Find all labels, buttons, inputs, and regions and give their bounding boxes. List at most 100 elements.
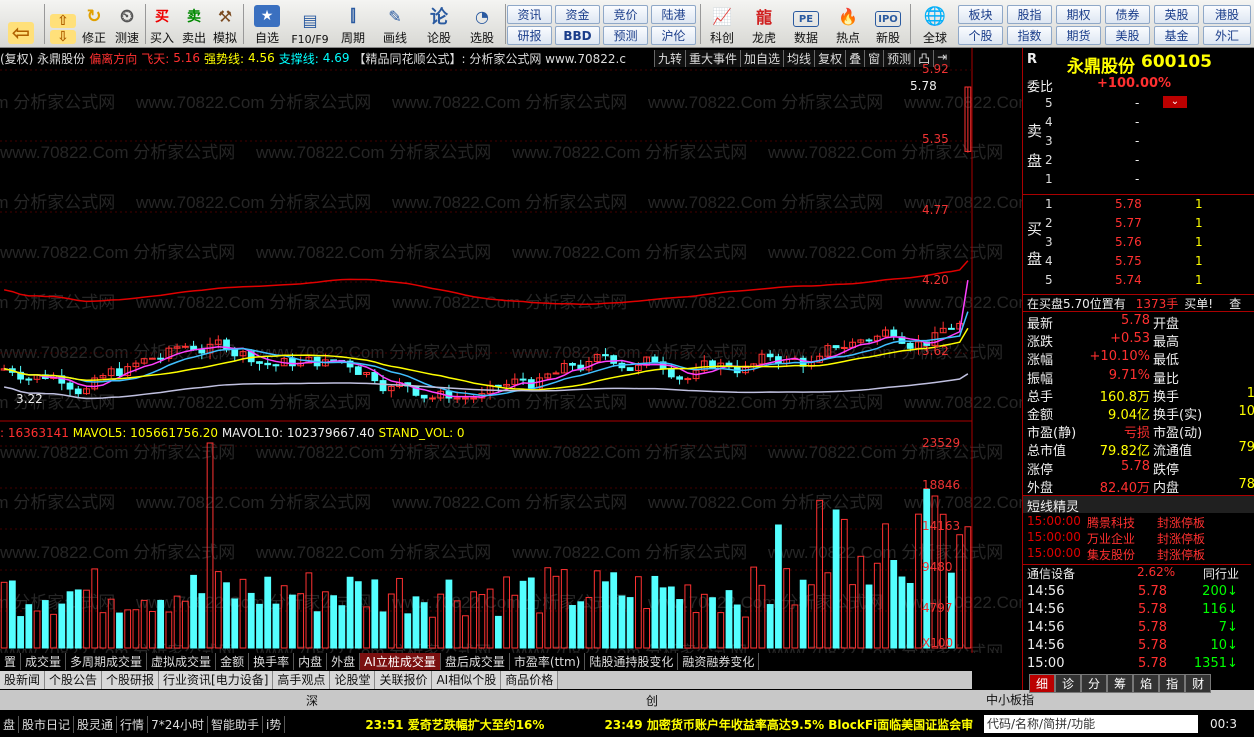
tab-announcements[interactable]: 个股公告 bbox=[45, 671, 103, 689]
add-watchlist-button[interactable]: 加自选 bbox=[740, 50, 784, 67]
fix-button[interactable]: ↻ 修正 bbox=[78, 2, 110, 46]
spirit-item[interactable]: 15:00:00 腾景科技 封涨停板 bbox=[1027, 514, 1254, 530]
data-button[interactable]: PE 数据 bbox=[788, 2, 824, 46]
same-industry-button[interactable]: 同行业 bbox=[1203, 565, 1239, 582]
fund-button[interactable]: 基金 bbox=[1154, 26, 1199, 45]
candle-body bbox=[74, 388, 82, 395]
hk-stock-button[interactable]: 港股 bbox=[1203, 5, 1251, 24]
forecast-button[interactable]: 预测 bbox=[603, 26, 648, 45]
major-events-button[interactable]: 重大事件 bbox=[685, 50, 741, 67]
spirit-item[interactable]: 15:00:00 万业企业 封涨停板 bbox=[1027, 530, 1254, 546]
smart-assistant-button[interactable]: 智能助手 bbox=[208, 715, 263, 733]
options-button[interactable]: 期权 bbox=[1056, 5, 1101, 24]
back-arrow-icon: ⇦ bbox=[8, 21, 34, 46]
nine-turn-button[interactable]: 九转 bbox=[654, 50, 686, 67]
tab-industry-news[interactable]: 行业资讯[电力设备] bbox=[159, 671, 274, 689]
news-item[interactable]: 23:51 爱奇艺跌幅扩大至约16% bbox=[365, 716, 544, 733]
research-button[interactable]: 研报 bbox=[507, 26, 552, 45]
tab-margin-trading[interactable]: 融资融券变化 bbox=[678, 653, 760, 670]
volume-bar bbox=[676, 599, 683, 649]
us-stock-button[interactable]: 美股 bbox=[1105, 26, 1150, 45]
sell-button[interactable]: 卖卖出 bbox=[180, 2, 208, 46]
search-input[interactable]: 代码/名称/简拼/功能 bbox=[984, 715, 1198, 733]
stock-tong-button[interactable]: 股灵通 bbox=[74, 715, 118, 733]
restore-rights-button[interactable]: 复权 bbox=[814, 50, 846, 67]
tab-multi-period-volume[interactable]: 多周期成交量 bbox=[66, 653, 148, 670]
up-button[interactable]: ⇧ ⇩ bbox=[50, 2, 76, 46]
watchlist-button[interactable]: ★ 自选 bbox=[248, 2, 286, 46]
tab-commodity[interactable]: 商品价格 bbox=[501, 671, 559, 689]
volume-bar bbox=[552, 575, 560, 649]
right-tab[interactable]: 分 bbox=[1081, 674, 1108, 693]
tab-virtual-volume[interactable]: 虚拟成交量 bbox=[147, 653, 217, 670]
draw-line-button[interactable]: ✎ 画线 bbox=[376, 2, 414, 46]
forecast-tool-button[interactable]: 预测 bbox=[883, 50, 915, 67]
tab-after-hours-volume[interactable]: 盘后成交量 bbox=[441, 653, 510, 670]
hotspot-button[interactable]: 🔥 热点 bbox=[830, 2, 866, 46]
individual-stock-button[interactable]: 个股 bbox=[958, 26, 1003, 45]
f10-button[interactable]: ▤ F10/F9 bbox=[288, 2, 332, 47]
stock-index-button[interactable]: 股指 bbox=[1007, 5, 1052, 24]
tab-expert-views[interactable]: 高手观点 bbox=[273, 671, 331, 689]
buy-button[interactable]: 买买入 bbox=[148, 2, 176, 46]
dragon-tiger-button[interactable]: 龍龙虎 bbox=[746, 2, 782, 46]
ipo-button[interactable]: IPO 新股 bbox=[870, 2, 906, 46]
tab-inner[interactable]: 内盘 bbox=[294, 653, 328, 670]
tab-related-quotes[interactable]: 关联报价 bbox=[375, 671, 433, 689]
window-button[interactable]: 窗 bbox=[864, 50, 884, 67]
tab-ai-similar[interactable]: AI相似个股 bbox=[432, 671, 502, 689]
overlay-button[interactable]: 叠 bbox=[845, 50, 865, 67]
tab-volume[interactable]: 成交量 bbox=[21, 653, 67, 670]
kline-chart-area[interactable]: www.70822.Com 分析家公式网 www.70822.Com 分析家公式网… bbox=[0, 48, 1022, 683]
right-tab[interactable]: 诊 bbox=[1055, 674, 1082, 693]
shanghai-london-button[interactable]: 沪伦 bbox=[651, 26, 696, 45]
quote-button[interactable]: 行情 bbox=[117, 715, 149, 733]
auction-button[interactable]: 竞价 bbox=[603, 5, 648, 24]
right-tab[interactable]: 焰 bbox=[1133, 674, 1160, 693]
right-tab[interactable]: 筹 bbox=[1107, 674, 1134, 693]
funds-button[interactable]: 资金 bbox=[555, 5, 600, 24]
tab-ai-volume[interactable]: AI立桩成交量 bbox=[360, 653, 441, 670]
tab-forum[interactable]: 论股堂 bbox=[330, 671, 376, 689]
star-market-button[interactable]: 📈 科创 bbox=[704, 2, 740, 46]
forum-button[interactable]: 论论股 bbox=[422, 2, 456, 46]
futures-button[interactable]: 期货 bbox=[1056, 26, 1101, 45]
news-24h-button[interactable]: 7*24小时 bbox=[148, 715, 208, 733]
uk-stock-button[interactable]: 英股 bbox=[1154, 5, 1199, 24]
bbd-button[interactable]: BBD bbox=[555, 26, 600, 45]
right-tab[interactable]: 指 bbox=[1159, 674, 1186, 693]
tab-turnover[interactable]: 换手率 bbox=[249, 653, 295, 670]
spirit-item[interactable]: 15:00:00 集友股份 封涨停板 bbox=[1027, 546, 1254, 562]
tab-stock-research[interactable]: 个股研报 bbox=[102, 671, 160, 689]
speed-test-button[interactable]: ⏲ 测速 bbox=[111, 2, 143, 46]
forex-button[interactable]: 外汇 bbox=[1203, 26, 1251, 45]
simulate-button[interactable]: ⚒ 模拟 bbox=[211, 2, 239, 46]
price-axis-label: 4.20 bbox=[922, 273, 949, 287]
right-tab[interactable]: 财 bbox=[1185, 674, 1212, 693]
sector-button[interactable]: 板块 bbox=[958, 5, 1003, 24]
tab-outer[interactable]: 外盘 bbox=[327, 653, 361, 670]
period-button[interactable]: ⫿ 周期 bbox=[334, 2, 372, 46]
news-button[interactable]: 资讯 bbox=[507, 5, 552, 24]
stock-picker-button[interactable]: ◔ 选股 bbox=[462, 2, 502, 46]
kline-chart[interactable]: www.70822.Com 分析家公式网 www.70822.Com 分析家公式网… bbox=[0, 48, 1022, 653]
hk-connect-button[interactable]: 陆港 bbox=[651, 5, 696, 24]
global-button[interactable]: 🌐 全球 bbox=[914, 2, 956, 46]
r-flag: R bbox=[1027, 52, 1038, 67]
volume-bar bbox=[346, 576, 354, 649]
back-button[interactable]: ⇦ bbox=[2, 2, 40, 46]
volume-bar bbox=[725, 590, 733, 649]
ticker-tab[interactable]: 盘 bbox=[0, 715, 20, 733]
tab-stock-news[interactable]: 股新闻 bbox=[0, 671, 46, 689]
volume-bar bbox=[618, 595, 626, 649]
watermark-text: www.70822.Com 分析家公式网 bbox=[647, 193, 883, 212]
index-button[interactable]: 指数 bbox=[1007, 26, 1052, 45]
tab-northbound-holding[interactable]: 陆股通持股变化 bbox=[585, 653, 679, 670]
ma-button[interactable]: 均线 bbox=[783, 50, 815, 67]
tab-pe-ttm[interactable]: 市盈率(ttm) bbox=[510, 653, 586, 670]
tab-settings[interactable]: 置 bbox=[0, 653, 22, 670]
stock-diary-button[interactable]: 股市日记 bbox=[19, 715, 75, 733]
tab-amount[interactable]: 金额 bbox=[216, 653, 250, 670]
news-item[interactable]: 23:49 加密货币账户年收益率高达9.5% BlockFi面临美国证监会审 bbox=[604, 716, 973, 733]
bonds-button[interactable]: 债券 bbox=[1105, 5, 1150, 24]
